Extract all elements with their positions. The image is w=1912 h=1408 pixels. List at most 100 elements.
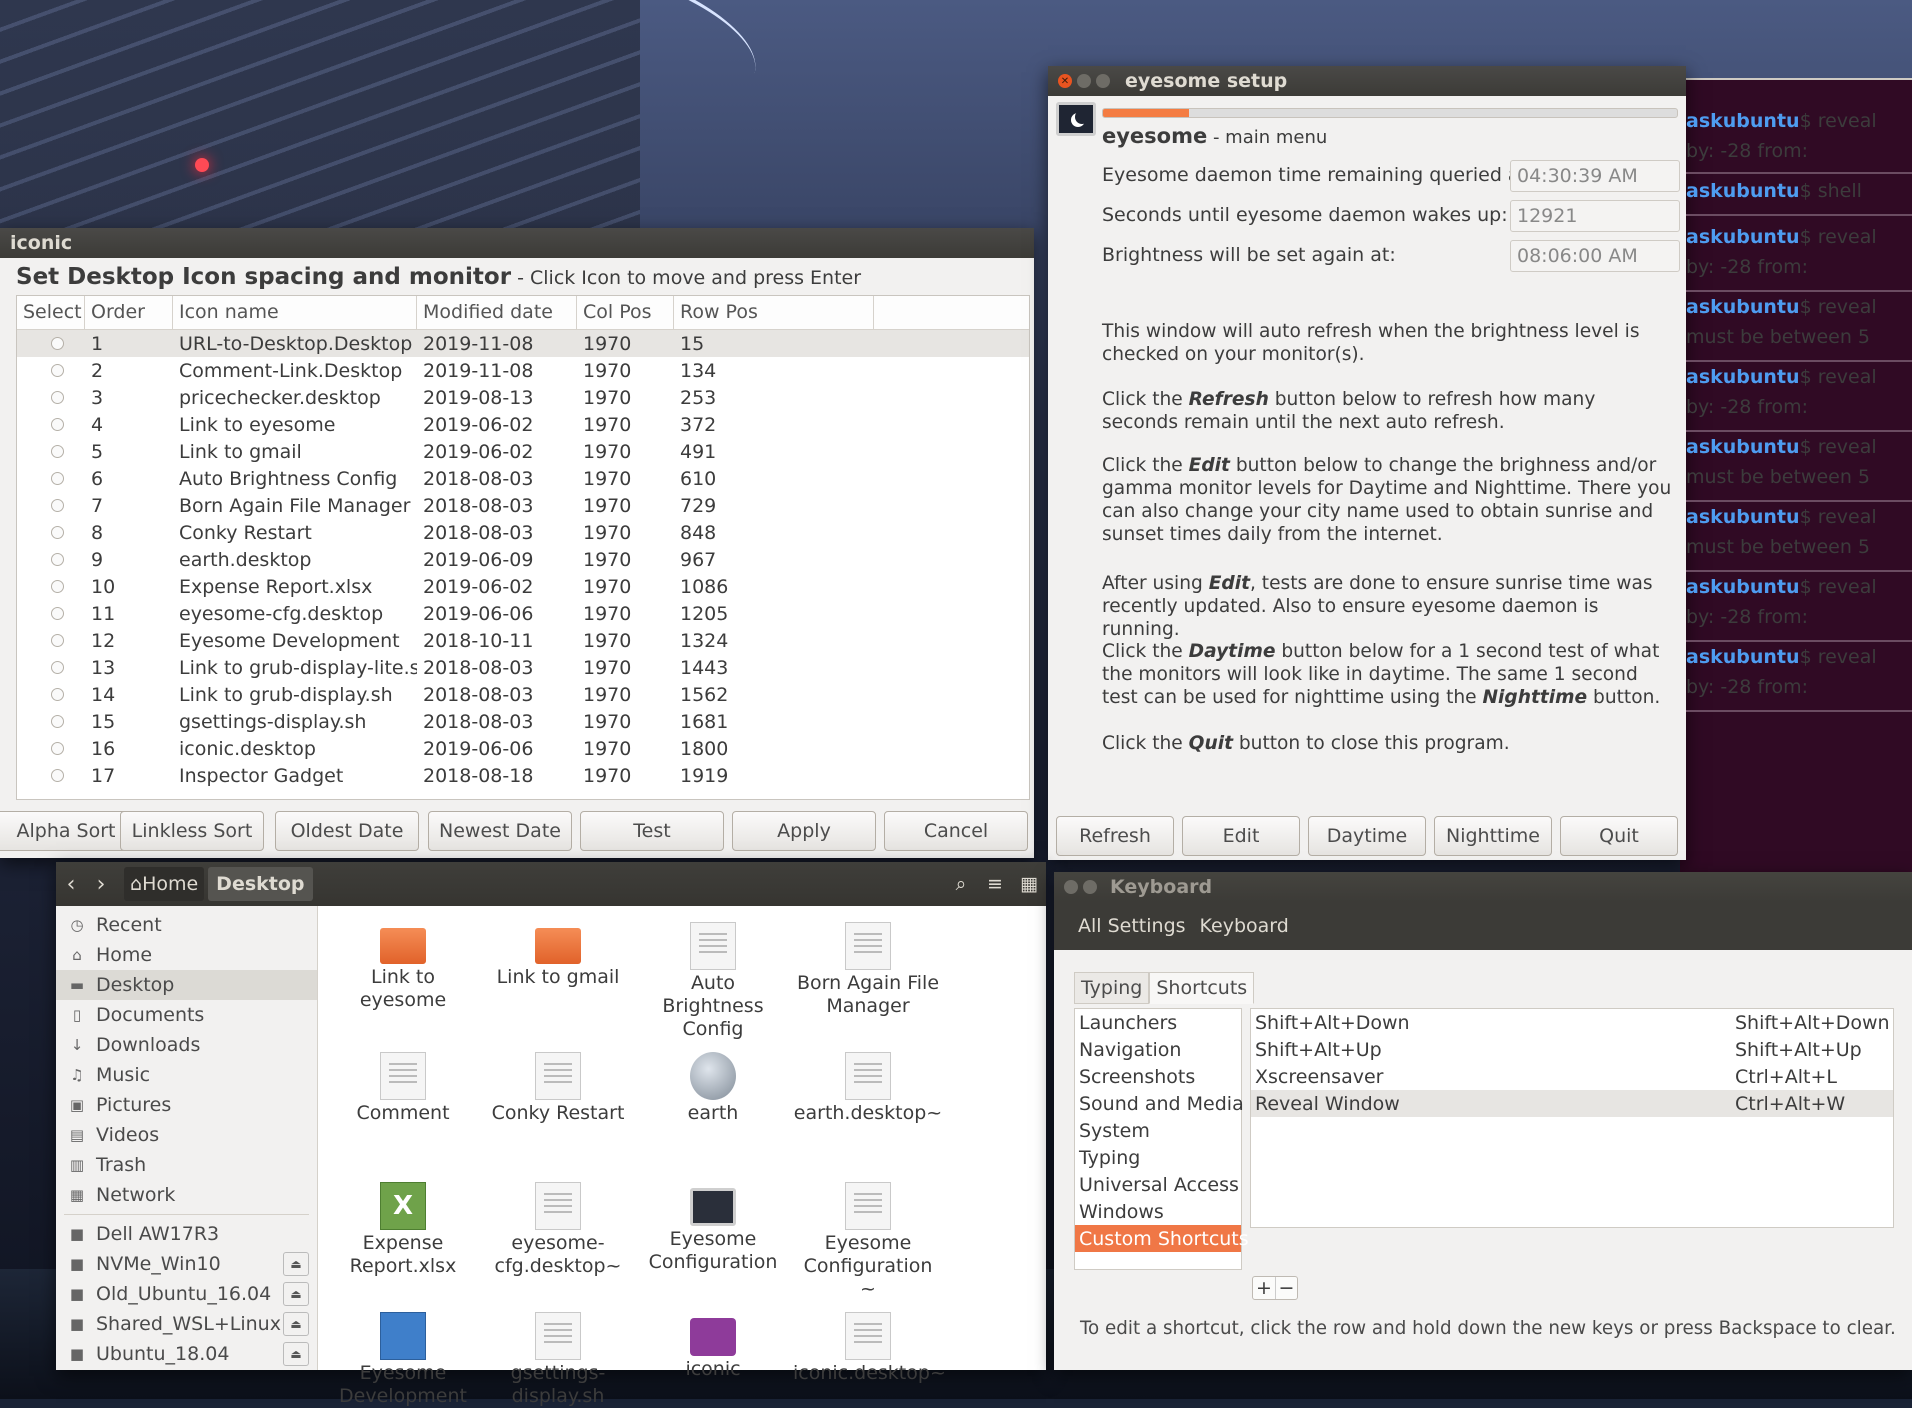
category-universal-access[interactable]: Universal Access	[1075, 1171, 1241, 1198]
sidebar-item-downloads[interactable]: ↓ Downloads	[56, 1030, 317, 1060]
close-icon[interactable]	[1064, 880, 1078, 894]
table-row[interactable]: 10 Expense Report.xlsx 2019-06-02 1970 1086	[17, 573, 1029, 600]
file-item[interactable]: iconic	[638, 1312, 788, 1381]
select-radio[interactable]	[51, 553, 64, 566]
select-radio[interactable]	[51, 391, 64, 404]
select-radio[interactable]	[51, 580, 64, 593]
category-navigation[interactable]: Navigation	[1075, 1036, 1241, 1063]
tab-shortcuts[interactable]: Shortcuts	[1149, 972, 1255, 1004]
category-launchers[interactable]: Launchers	[1075, 1009, 1241, 1036]
select-radio[interactable]	[51, 742, 64, 755]
apply-button[interactable]: Apply	[732, 811, 876, 851]
test-button[interactable]: Test	[580, 811, 724, 851]
sidebar-item-documents[interactable]: ▯ Documents	[56, 1000, 317, 1030]
file-item[interactable]: eyesome-cfg.desktop~	[483, 1182, 633, 1278]
file-item[interactable]: Auto Brightness Config	[638, 922, 788, 1041]
select-radio[interactable]	[51, 472, 64, 485]
category-system[interactable]: System	[1075, 1117, 1241, 1144]
breadcrumb-current[interactable]: Desktop	[208, 867, 313, 901]
file-item[interactable]: Link to eyesome	[328, 922, 478, 1012]
file-item[interactable]: X Expense Report.xlsx	[328, 1182, 478, 1278]
table-row[interactable]: 5 Link to gmail 2019-06-02 1970 491	[17, 438, 1029, 465]
forward-icon[interactable]: ›	[86, 872, 116, 897]
cancel-button[interactable]: Cancel	[884, 811, 1028, 851]
file-item[interactable]: iconic.desktop~	[793, 1312, 946, 1385]
category-custom-shortcuts[interactable]: Custom Shortcuts	[1075, 1225, 1249, 1252]
select-radio[interactable]	[51, 499, 64, 512]
linkless-sort-button[interactable]: Linkless Sort	[120, 811, 264, 851]
select-radio[interactable]	[51, 715, 64, 728]
shortcut-row[interactable]: Shift+Alt+Up Shift+Alt+Up	[1251, 1036, 1893, 1063]
table-row[interactable]: 2 Comment-Link.Desktop 2019-11-08 1970 134	[17, 357, 1029, 384]
select-radio[interactable]	[51, 607, 64, 620]
sidebar-device[interactable]: ■ Shared_WSL+Linux ⏏	[56, 1309, 317, 1339]
sidebar-item-pictures[interactable]: ▣ Pictures	[56, 1090, 317, 1120]
search-icon[interactable]: ⌕	[944, 873, 978, 895]
table-row[interactable]: 12 Eyesome Development 2018-10-11 1970 1324	[17, 627, 1029, 654]
file-item[interactable]: Link to gmail	[483, 922, 633, 989]
minimize-icon[interactable]	[1077, 74, 1091, 88]
sidebar-item-recent[interactable]: ◷ Recent	[56, 910, 317, 940]
close-icon[interactable]: ✕	[1058, 74, 1072, 88]
category-screenshots[interactable]: Screenshots	[1075, 1063, 1241, 1090]
file-item[interactable]: Comment	[328, 1052, 478, 1125]
file-item[interactable]: Eyesome Configuration ~	[793, 1182, 943, 1301]
select-radio[interactable]	[51, 445, 64, 458]
shortcut-row[interactable]: Reveal Window Ctrl+Alt+W	[1251, 1090, 1893, 1117]
file-item[interactable]: Conky Restart	[483, 1052, 633, 1125]
sidebar-item-desktop[interactable]: ▬ Desktop	[56, 970, 317, 1000]
column-header-icon-name[interactable]: Icon name	[173, 296, 417, 329]
icon-table[interactable]: Select Order Icon name Modified date Col Pos…	[16, 295, 1030, 800]
maximize-icon[interactable]	[1096, 74, 1110, 88]
alpha-sort-button[interactable]: Alpha Sort	[0, 811, 138, 851]
column-header-col-pos[interactable]: Col Pos	[577, 296, 674, 329]
table-row[interactable]: 11 eyesome-cfg.desktop 2019-06-06 1970 1205	[17, 600, 1029, 627]
category-typing[interactable]: Typing	[1075, 1144, 1241, 1171]
category-windows[interactable]: Windows	[1075, 1198, 1241, 1225]
breadcrumb-home[interactable]: ⌂Home	[124, 867, 205, 901]
column-header-row-pos[interactable]: Row Pos	[674, 296, 874, 329]
sidebar-item-music[interactable]: ♫ Music	[56, 1060, 317, 1090]
table-row[interactable]: 3 pricechecker.desktop 2019-08-13 1970 253	[17, 384, 1029, 411]
tab-typing[interactable]: Typing	[1074, 972, 1150, 1004]
select-radio[interactable]	[51, 634, 64, 647]
sidebar-device[interactable]: ■ Dell AW17R3	[56, 1219, 317, 1249]
oldest-date-button[interactable]: Oldest Date	[275, 811, 419, 851]
file-item[interactable]: Eyesome Development	[328, 1312, 478, 1408]
edit-button[interactable]: Edit	[1182, 816, 1300, 856]
eject-icon[interactable]: ⏏	[283, 1312, 309, 1336]
select-radio[interactable]	[51, 769, 64, 782]
refresh-button[interactable]: Refresh	[1056, 816, 1174, 856]
table-row[interactable]: 1 URL-to-Desktop.Desktop 2019-11-08 1970 15	[17, 330, 1029, 357]
shortcut-row[interactable]: Shift+Alt+Down Shift+Alt+Down	[1251, 1009, 1893, 1036]
column-header-modified-date[interactable]: Modified date	[417, 296, 577, 329]
file-item[interactable]: earth.desktop~	[793, 1052, 943, 1125]
select-radio[interactable]	[51, 526, 64, 539]
newest-date-button[interactable]: Newest Date	[428, 811, 572, 851]
file-item[interactable]: earth	[638, 1052, 788, 1125]
nighttime-button[interactable]: Nighttime	[1434, 816, 1552, 856]
add-shortcut-button[interactable]: +	[1253, 1277, 1275, 1299]
column-header-select[interactable]: Select	[17, 296, 85, 329]
table-row[interactable]: 15 gsettings-display.sh 2018-08-03 1970 1681	[17, 708, 1029, 735]
table-row[interactable]: 13 Link to grub-display-lite.sh 2018-08-03…	[17, 654, 1029, 681]
all-settings-button[interactable]: All Settings	[1074, 909, 1190, 943]
sidebar-item-network[interactable]: ▦ Network	[56, 1180, 317, 1210]
sidebar-item-home[interactable]: ⌂ Home	[56, 940, 317, 970]
select-radio[interactable]	[51, 418, 64, 431]
table-row[interactable]: 7 Born Again File Manager 2018-08-03 1970 72…	[17, 492, 1029, 519]
sidebar-item-videos[interactable]: ▤ Videos	[56, 1120, 317, 1150]
file-item[interactable]: gsettings-display.sh	[483, 1312, 633, 1408]
back-icon[interactable]: ‹	[56, 872, 86, 897]
shortcut-row[interactable]: Xscreensaver Ctrl+Alt+L	[1251, 1063, 1893, 1090]
remove-shortcut-button[interactable]: −	[1275, 1277, 1297, 1299]
eject-icon[interactable]: ⏏	[283, 1252, 309, 1276]
select-radio[interactable]	[51, 337, 64, 350]
select-radio[interactable]	[51, 661, 64, 674]
minimize-icon[interactable]	[1083, 880, 1097, 894]
table-row[interactable]: 4 Link to eyesome 2019-06-02 1970 372	[17, 411, 1029, 438]
table-row[interactable]: 9 earth.desktop 2019-06-09 1970 967	[17, 546, 1029, 573]
list-view-icon[interactable]: ≡	[978, 873, 1012, 895]
file-item[interactable]: Born Again File Manager	[793, 922, 943, 1018]
eject-icon[interactable]: ⏏	[283, 1342, 309, 1366]
